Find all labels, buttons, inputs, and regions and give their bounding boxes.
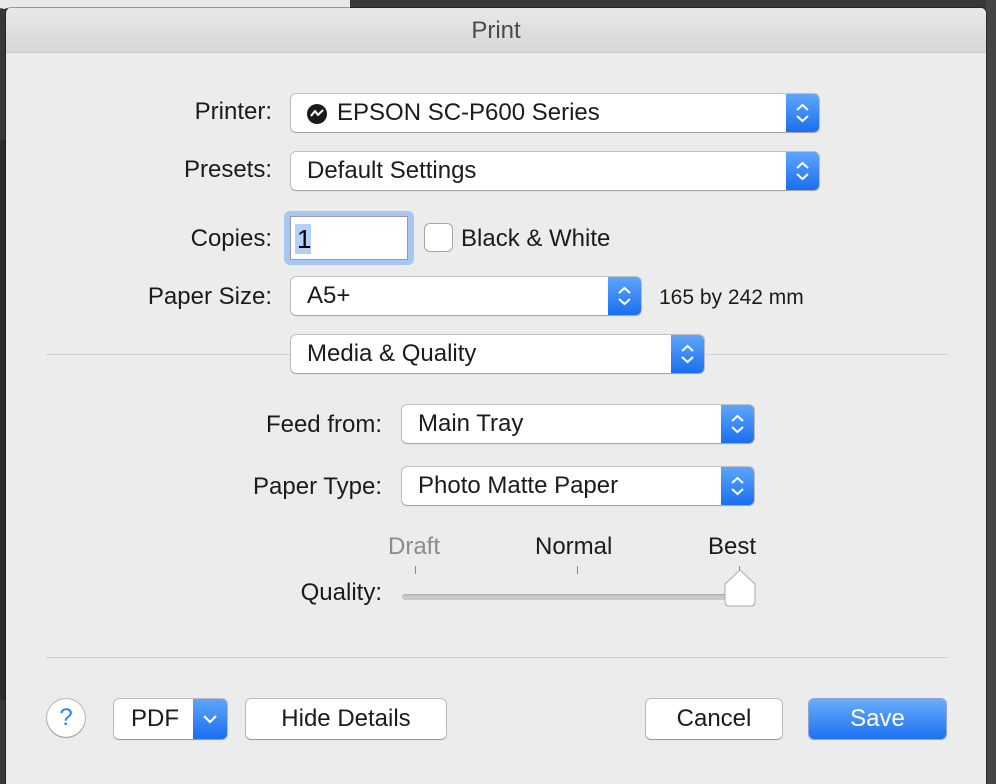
popup-stepper-icon bbox=[786, 152, 819, 190]
black-white-checkbox[interactable] bbox=[425, 224, 452, 251]
paper-type-popup[interactable]: Photo Matte Paper bbox=[402, 467, 754, 505]
section-divider bbox=[706, 354, 948, 355]
help-icon: ? bbox=[59, 704, 73, 731]
printer-label: Printer: bbox=[194, 98, 272, 125]
pdf-button-label: PDF bbox=[131, 705, 179, 732]
feed-from-popup[interactable]: Main Tray bbox=[402, 405, 754, 443]
copies-field[interactable]: 1 bbox=[290, 216, 408, 260]
quality-option-best: Best bbox=[708, 533, 757, 560]
printer-value: EPSON SC-P600 Series bbox=[337, 99, 600, 126]
quality-option-normal: Normal bbox=[535, 533, 613, 560]
paper-dimensions: 165 by 242 mm bbox=[659, 286, 804, 309]
section-popup[interactable]: Media & Quality bbox=[291, 335, 704, 373]
slider-tick bbox=[577, 566, 578, 574]
paper-size-value: A5+ bbox=[307, 282, 351, 309]
popup-stepper-icon bbox=[721, 467, 754, 505]
presets-popup[interactable]: Default Settings bbox=[291, 152, 819, 190]
popup-stepper-icon bbox=[608, 277, 641, 315]
copies-label: Copies: bbox=[190, 225, 272, 252]
paper-type-label: Paper Type: bbox=[253, 473, 382, 500]
feed-from-value: Main Tray bbox=[418, 410, 524, 437]
help-button[interactable]: ? bbox=[47, 699, 85, 737]
popup-stepper-icon bbox=[721, 405, 754, 443]
section-divider bbox=[46, 354, 290, 355]
quality-slider-track[interactable] bbox=[402, 594, 742, 600]
quality-slider-thumb[interactable] bbox=[723, 568, 757, 608]
pdf-menu-arrow[interactable] bbox=[193, 699, 227, 739]
quality-label: Quality: bbox=[300, 579, 382, 606]
presets-value: Default Settings bbox=[307, 157, 477, 184]
popup-stepper-icon bbox=[786, 94, 819, 132]
section-value: Media & Quality bbox=[307, 340, 477, 367]
quality-option-draft: Draft bbox=[388, 533, 441, 560]
black-white-label[interactable]: Black & White bbox=[461, 225, 610, 253]
chevron-down-icon bbox=[203, 715, 217, 724]
popup-stepper-icon bbox=[671, 335, 704, 373]
paper-size-popup[interactable]: A5+ bbox=[291, 277, 641, 315]
printer-popup[interactable]: EPSON SC-P600 Series bbox=[291, 94, 819, 132]
feed-from-label: Feed from: bbox=[265, 411, 382, 438]
cancel-button[interactable]: Cancel bbox=[646, 699, 782, 739]
hide-details-button[interactable]: Hide Details bbox=[246, 699, 446, 739]
background-window-edge bbox=[986, 0, 996, 784]
save-button[interactable]: Save bbox=[809, 699, 946, 739]
paper-size-label: Paper Size: bbox=[147, 283, 272, 310]
window-title: Print bbox=[471, 17, 521, 44]
title-bar: Print bbox=[6, 8, 986, 53]
paper-type-value: Photo Matte Paper bbox=[418, 472, 619, 499]
presets-label: Presets: bbox=[183, 156, 272, 183]
printer-status-icon bbox=[307, 104, 327, 124]
slider-tick bbox=[415, 566, 416, 574]
footer-divider bbox=[46, 657, 948, 658]
copies-value: 1 bbox=[297, 224, 312, 254]
